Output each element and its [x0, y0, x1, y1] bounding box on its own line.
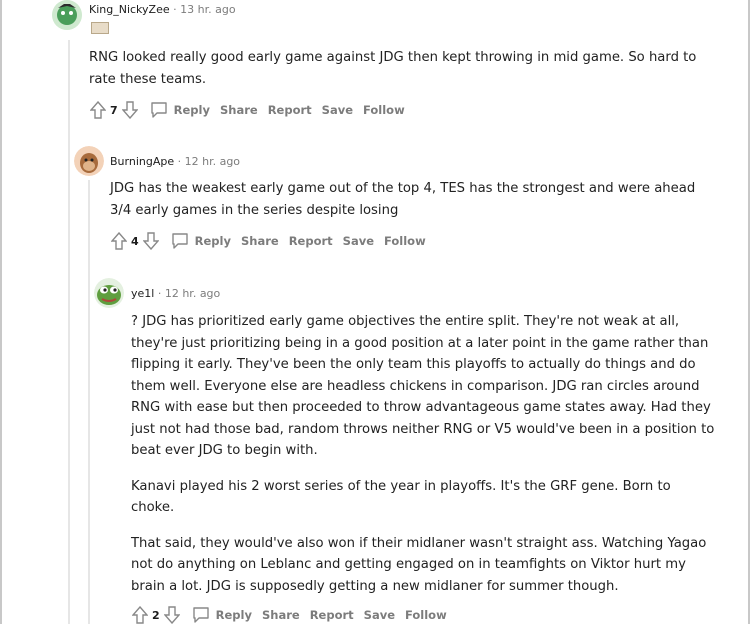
avatar[interactable]: [94, 278, 124, 308]
save-label: Save: [342, 234, 374, 248]
report-button[interactable]: Report: [310, 608, 354, 622]
upvote-icon[interactable]: [111, 232, 127, 250]
comment-paragraph: ? JDG has prioritized early game objecti…: [131, 314, 715, 458]
separator: ·: [157, 287, 162, 300]
reply-button[interactable]: Reply: [192, 607, 252, 623]
comment-bubble-icon: [192, 607, 209, 623]
reply-button[interactable]: Reply: [150, 102, 210, 118]
downvote-icon[interactable]: [121, 101, 138, 119]
save-button[interactable]: Save: [364, 608, 395, 622]
vote-score: 7: [110, 103, 118, 117]
snoo-avatar-icon: [52, 0, 82, 30]
reply-label: Reply: [194, 234, 231, 248]
timestamp[interactable]: 13 hr. ago: [180, 3, 235, 16]
comment-actions: 2 Reply Share Report Save Follow: [132, 606, 447, 624]
report-label: Report: [267, 103, 312, 117]
save-button[interactable]: Save: [343, 234, 374, 248]
username[interactable]: BurningApe: [110, 155, 174, 168]
follow-label: Follow: [384, 234, 426, 248]
follow-button[interactable]: Follow: [405, 608, 447, 622]
comment-body: RNG looked really good early game agains…: [89, 47, 719, 104]
comment-meta: King_NickyZee · 13 hr. ago: [89, 3, 236, 16]
comment-paragraph: RNG looked really good early game agains…: [89, 50, 697, 87]
reply-button[interactable]: Reply: [171, 233, 231, 249]
report-label: Report: [288, 234, 333, 248]
reply-label: Reply: [215, 608, 252, 622]
downvote-icon[interactable]: [163, 606, 180, 624]
save-label: Save: [321, 103, 353, 117]
report-button[interactable]: Report: [289, 234, 333, 248]
save-button[interactable]: Save: [322, 103, 353, 117]
share-label: Share: [261, 608, 300, 622]
timestamp[interactable]: 12 hr. ago: [185, 155, 240, 168]
comment-meta: BurningApe · 12 hr. ago: [110, 155, 240, 168]
comment-body: JDG has the weakest early game out of th…: [110, 178, 710, 235]
share-label: Share: [240, 234, 279, 248]
share-label: Share: [219, 103, 258, 117]
vote-controls: 4: [111, 232, 159, 250]
share-button[interactable]: Share: [262, 608, 300, 622]
vote-controls: 2: [132, 606, 180, 624]
comment-actions: 7 Reply Share Report Save Follow: [90, 101, 405, 119]
reply-label: Reply: [173, 103, 210, 117]
vote-score: 2: [152, 608, 160, 622]
vote-score: 4: [131, 234, 139, 248]
comment-bubble-icon: [150, 102, 167, 118]
share-button[interactable]: Share: [241, 234, 279, 248]
report-label: Report: [309, 608, 354, 622]
upvote-icon[interactable]: [90, 101, 106, 119]
share-button[interactable]: Share: [220, 103, 258, 117]
thread-line[interactable]: [68, 40, 70, 624]
follow-button[interactable]: Follow: [363, 103, 405, 117]
save-label: Save: [363, 608, 395, 622]
downvote-icon[interactable]: [142, 232, 159, 250]
comment-actions: 4 Reply Share Report Save Follow: [111, 232, 426, 250]
user-flair-icon: [91, 22, 109, 34]
vote-controls: 7: [90, 101, 138, 119]
upvote-icon[interactable]: [132, 606, 148, 624]
window-border-left: [0, 0, 2, 624]
avatar[interactable]: [52, 0, 82, 30]
ape-avatar-icon: [74, 146, 104, 176]
frog-avatar-icon: [94, 278, 124, 308]
avatar[interactable]: [74, 146, 104, 176]
follow-label: Follow: [405, 608, 447, 622]
thread-line[interactable]: [88, 180, 90, 624]
separator: ·: [173, 3, 177, 16]
follow-button[interactable]: Follow: [384, 234, 426, 248]
comment-paragraph: That said, they would've also won if the…: [131, 535, 707, 594]
username[interactable]: King_NickyZee: [89, 3, 170, 16]
timestamp[interactable]: 12 hr. ago: [165, 287, 220, 300]
separator: ·: [177, 155, 182, 168]
username[interactable]: ye1l: [131, 287, 154, 300]
follow-label: Follow: [363, 103, 405, 117]
comment-paragraph: Kanavi played his 2 worst series of the …: [131, 478, 671, 516]
comment-paragraph: JDG has the weakest early game out of th…: [110, 181, 696, 218]
comment-meta: ye1l · 12 hr. ago: [131, 287, 220, 300]
report-button[interactable]: Report: [268, 103, 312, 117]
comment-bubble-icon: [171, 233, 188, 249]
comment-body: ? JDG has prioritized early game objecti…: [131, 311, 716, 611]
